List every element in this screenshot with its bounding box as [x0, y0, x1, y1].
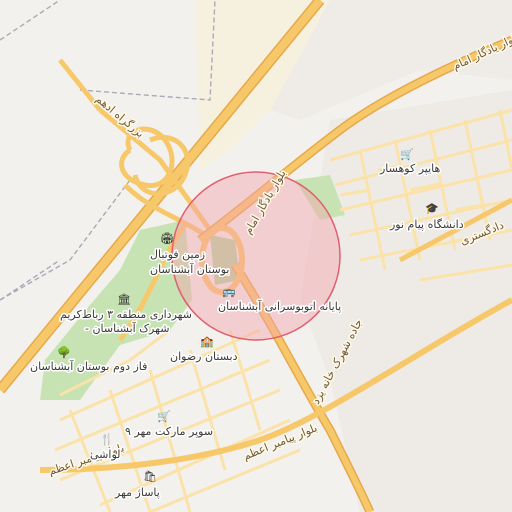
- government-building-icon[interactable]: 🏛: [117, 293, 131, 306]
- poi-super-market[interactable]: سوپر مارکت مهر ۹: [124, 424, 215, 440]
- stadium-icon[interactable]: 🏟: [160, 232, 174, 245]
- poi-football-field[interactable]: زمین فوتبال: [149, 247, 207, 263]
- poi-bus-terminal[interactable]: پایانه اتوبوسرانی آبشناسان: [217, 298, 343, 315]
- poi-municipality[interactable]: شهرداری منطقه ۳ رباط‌کریم: [59, 307, 194, 323]
- poi-boostan-ashtanan[interactable]: بوستان آبشناسان: [149, 261, 231, 278]
- tree-icon[interactable]: 🌳: [57, 345, 71, 359]
- poi-park-phase2[interactable]: فاز دوم بوستان آبشناسان: [29, 358, 149, 375]
- poi-hyper-kowsar[interactable]: هایپر کوهسار: [378, 161, 442, 177]
- graduation-cap-icon[interactable]: 🎓: [425, 202, 439, 215]
- shopping-cart-icon[interactable]: 🛒: [157, 410, 171, 423]
- school-icon[interactable]: 🏫: [200, 335, 214, 348]
- shopping-cart-icon[interactable]: 🛒: [400, 148, 414, 161]
- shopping-bag-icon[interactable]: 🛍: [143, 470, 157, 483]
- poi-pasaj-mehr[interactable]: پاساژ مهر: [113, 485, 162, 501]
- poi-school-rezvan[interactable]: دبستان رضوان: [169, 349, 240, 365]
- food-icon[interactable]: 🍴: [100, 433, 114, 446]
- map-canvas[interactable]: بزرگراه ادهم بلوار یادگار امام بلوار یاد…: [0, 0, 512, 512]
- poi-payam-noor[interactable]: دانشگاه پیام نور: [388, 217, 466, 233]
- poi-municipality-sub[interactable]: - شهرک آبشناسان: [84, 320, 171, 337]
- bus-icon[interactable]: 🚌: [222, 285, 236, 298]
- poi-lavashi[interactable]: لواشی: [89, 447, 122, 463]
